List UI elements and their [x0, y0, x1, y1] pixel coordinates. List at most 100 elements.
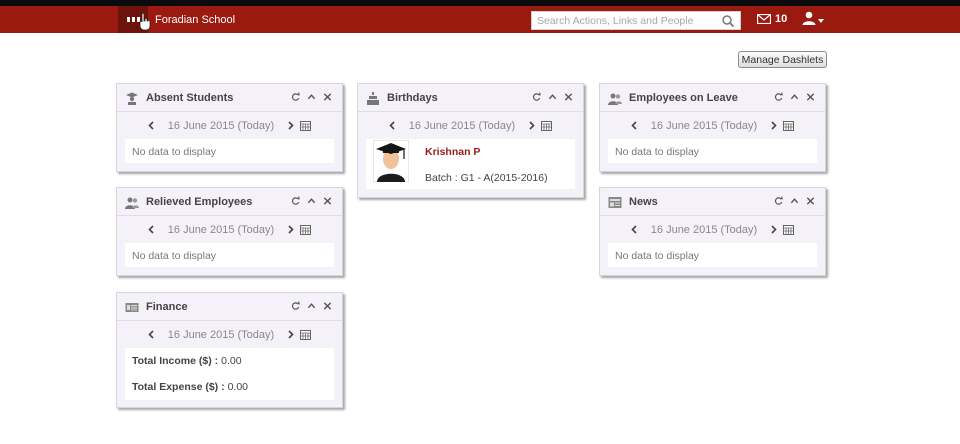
school-name[interactable]: Foradian School — [155, 14, 235, 26]
dashlet-header: Absent Students — [117, 84, 342, 112]
dashlet-body: No data to display — [608, 139, 817, 163]
search-box[interactable] — [531, 11, 741, 30]
birthday-person-batch: Batch : G1 - A(2015-2016) — [425, 172, 548, 184]
no-data-message: No data to display — [132, 250, 217, 262]
calendar-icon[interactable] — [300, 224, 312, 235]
mail-count: 10 — [775, 13, 788, 25]
close-icon[interactable] — [323, 92, 332, 102]
chevron-right-icon[interactable] — [528, 121, 535, 130]
collapse-icon[interactable] — [790, 92, 799, 102]
calendar-icon[interactable] — [783, 120, 795, 131]
dashlet-news: News 16 June 2015 (Today) No data to dis… — [599, 187, 826, 276]
refresh-icon[interactable] — [291, 301, 300, 311]
mail-button[interactable]: 10 — [757, 13, 787, 25]
calendar-icon[interactable] — [783, 224, 795, 235]
cake-icon — [367, 92, 379, 105]
dashlet-header: Relieved Employees — [117, 188, 342, 216]
refresh-icon[interactable] — [774, 92, 783, 102]
close-icon[interactable] — [323, 301, 332, 311]
dashlet-body: No data to display — [125, 139, 334, 163]
refresh-icon[interactable] — [291, 196, 300, 206]
dashlet-body: No data to display — [125, 243, 334, 267]
date-label: 16 June 2015 (Today) — [650, 119, 758, 132]
collapse-icon[interactable] — [307, 301, 316, 311]
collapse-icon[interactable] — [790, 196, 799, 206]
chevron-left-icon[interactable] — [631, 225, 638, 234]
search-icon[interactable] — [721, 14, 735, 28]
manage-dashlets-button[interactable]: Manage Dashlets — [738, 51, 827, 68]
chevron-left-icon[interactable] — [389, 121, 396, 130]
calendar-icon[interactable] — [541, 120, 553, 131]
dashlet-title: Relieved Employees — [146, 196, 253, 208]
student-avatar — [373, 140, 409, 182]
chevron-left-icon[interactable] — [148, 121, 155, 130]
graduate-icon — [126, 92, 138, 105]
chevron-right-icon[interactable] — [287, 121, 294, 130]
dashlet-title: Employees on Leave — [629, 92, 738, 104]
total-expense-value: 0.00 — [227, 381, 249, 393]
date-navigator: 16 June 2015 (Today) — [358, 112, 583, 139]
collapse-icon[interactable] — [548, 92, 557, 102]
date-label: 16 June 2015 (Today) — [167, 119, 275, 132]
date-label: 16 June 2015 (Today) — [167, 223, 275, 236]
date-label: 16 June 2015 (Today) — [408, 119, 516, 132]
date-navigator: 16 June 2015 (Today) — [600, 216, 825, 243]
finance-icon — [125, 303, 139, 312]
dashlet-birthdays: Birthdays 16 June 2015 (Today) Krishnan … — [357, 83, 584, 198]
close-icon[interactable] — [323, 196, 332, 206]
no-data-message: No data to display — [132, 146, 217, 158]
dashlet-body: No data to display — [608, 243, 817, 267]
dashlet-title: Birthdays — [387, 92, 438, 104]
dashlet-header: Finance — [117, 293, 342, 321]
chevron-right-icon[interactable] — [287, 330, 294, 339]
chevron-left-icon[interactable] — [148, 225, 155, 234]
caret-down-icon — [818, 19, 824, 23]
collapse-icon[interactable] — [307, 92, 316, 102]
close-icon[interactable] — [806, 92, 815, 102]
calendar-icon[interactable] — [300, 120, 312, 131]
dashlet-body: Total Income ($) : 0.00 Total Expense ($… — [125, 348, 334, 400]
users-icon — [608, 93, 622, 105]
date-navigator: 16 June 2015 (Today) — [117, 216, 342, 243]
dashlet-absent-students: Absent Students 16 June 2015 (Today) No … — [116, 83, 343, 172]
collapse-icon[interactable] — [307, 196, 316, 206]
refresh-icon[interactable] — [291, 92, 300, 102]
total-expense-row: Total Expense ($) : 0.00 — [125, 374, 334, 400]
dashlet-title: Absent Students — [146, 92, 234, 104]
user-menu[interactable] — [802, 11, 824, 25]
user-icon — [802, 11, 816, 25]
total-income-value: 0.00 — [221, 355, 242, 367]
dashlet-header: Employees on Leave — [600, 84, 825, 112]
date-navigator: 16 June 2015 (Today) — [117, 321, 342, 348]
total-expense-label: Total Expense ($) : — [132, 381, 225, 393]
chevron-left-icon[interactable] — [631, 121, 638, 130]
refresh-icon[interactable] — [774, 196, 783, 206]
chevron-left-icon[interactable] — [148, 330, 155, 339]
dashlet-title: News — [629, 196, 658, 208]
chevron-right-icon[interactable] — [770, 121, 777, 130]
dashlet-title: Finance — [146, 301, 188, 313]
date-label: 16 June 2015 (Today) — [650, 223, 758, 236]
hand-cursor-icon — [139, 13, 151, 31]
dashlet-employees-on-leave: Employees on Leave 16 June 2015 (Today) … — [599, 83, 826, 172]
date-navigator: 16 June 2015 (Today) — [117, 112, 342, 139]
no-data-message: No data to display — [615, 250, 700, 262]
total-income-label: Total Income ($) : — [132, 355, 219, 367]
apps-grid-icon — [126, 17, 140, 22]
users-icon — [125, 197, 139, 209]
date-label: 16 June 2015 (Today) — [167, 328, 275, 341]
calendar-icon[interactable] — [300, 329, 312, 340]
dashlet-finance: Finance 16 June 2015 (Today) Total Incom… — [116, 292, 343, 408]
refresh-icon[interactable] — [532, 92, 541, 102]
dashlet-header: News — [600, 188, 825, 216]
chevron-right-icon[interactable] — [287, 225, 294, 234]
birthday-person-name[interactable]: Krishnan P — [425, 146, 480, 158]
close-icon[interactable] — [564, 92, 573, 102]
dashlet-relieved-employees: Relieved Employees 16 June 2015 (Today) … — [116, 187, 343, 276]
search-input[interactable] — [532, 12, 712, 29]
dashlet-header: Birthdays — [358, 84, 583, 112]
close-icon[interactable] — [806, 196, 815, 206]
no-data-message: No data to display — [615, 146, 700, 158]
birthday-entry: Krishnan P Batch : G1 - A(2015-2016) — [366, 139, 575, 189]
chevron-right-icon[interactable] — [770, 225, 777, 234]
